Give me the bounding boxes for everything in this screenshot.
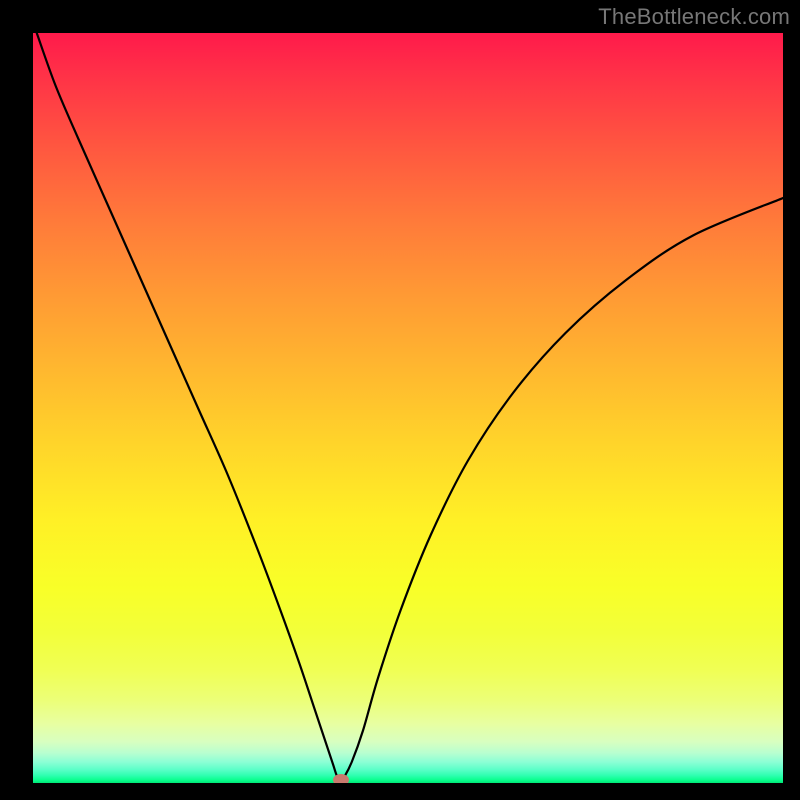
watermark-text: TheBottleneck.com (598, 4, 790, 30)
bottleneck-curve (33, 33, 783, 783)
optimal-point-marker (333, 774, 349, 783)
plot-area (33, 33, 783, 783)
chart-frame: TheBottleneck.com (0, 0, 800, 800)
